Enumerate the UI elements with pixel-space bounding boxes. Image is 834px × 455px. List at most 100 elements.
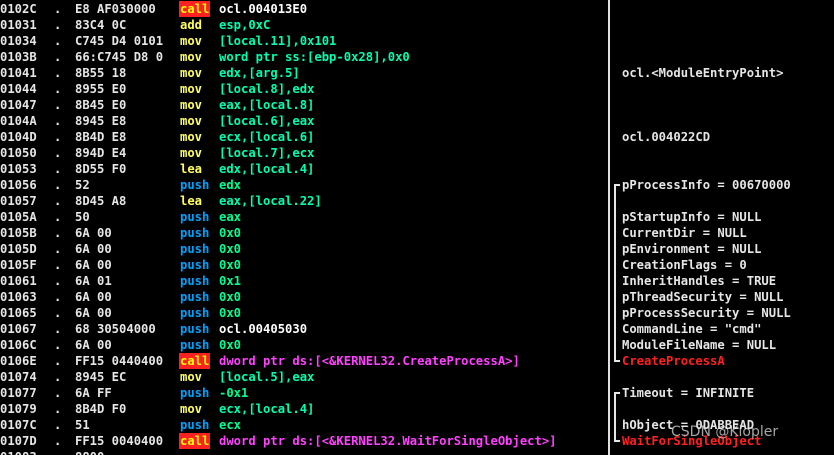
row-marker: . (54, 210, 62, 224)
instruction-address: 0102C (0, 2, 37, 16)
disassembly-row[interactable]: 01053. 8D55 F0 lea edx,[local.4] (0, 161, 834, 177)
instruction-bytes: 6A 01 (75, 274, 112, 288)
instruction-address: 01044 (0, 82, 37, 96)
disassembly-row[interactable]: 01050. 894D E4 mov [local.7],ecx (0, 145, 834, 161)
instruction-address: 01074 (0, 370, 37, 384)
argument-comment: ModuleFileName = NULL (622, 338, 777, 352)
instruction-mnemonic: push (180, 306, 210, 320)
instruction-mnemonic: call (179, 433, 211, 449)
row-marker: . (54, 354, 62, 368)
row-marker: . (54, 322, 62, 336)
disassembly-row[interactable]: 01074. 8945 EC mov [local.5],eax (0, 369, 834, 385)
instruction-address: 0107C (0, 418, 37, 432)
instruction-bytes: 66:C745 D8 0 (75, 50, 164, 64)
instruction-operands: edx,[arg.5] (219, 66, 300, 80)
instruction-operands: dword ptr ds:[<&KERNEL32.CreateProcessA>… (219, 354, 520, 368)
instruction-operands: 0x0 (219, 306, 242, 320)
instruction-bytes: 8B55 18 (75, 66, 127, 80)
disassembly-row[interactable]: 01047. 8B45 E0 mov eax,[local.8] (0, 97, 834, 113)
row-marker: . (54, 290, 62, 304)
disassembly-row[interactable]: 01057. 8D45 A8 lea eax,[local.22] (0, 193, 834, 209)
bracket-top (614, 184, 620, 186)
instruction-bytes: 8D45 A8 (75, 194, 127, 208)
instruction-bytes: 6A 00 (75, 242, 112, 256)
instruction-address: 0105A (0, 210, 37, 224)
argument-comment: pStartupInfo = NULL (622, 210, 762, 224)
row-marker: . (54, 418, 62, 432)
instruction-operands: ecx,[local.6] (219, 130, 315, 144)
instruction-mnemonic: call (179, 1, 211, 17)
instruction-bytes: C745 D4 0101 (75, 34, 164, 48)
instruction-address: 0106C (0, 338, 37, 352)
disassembly-row[interactable]: 01034. C745 D4 0101 mov [local.11],0x101 (0, 33, 834, 49)
row-marker: . (54, 34, 62, 48)
row-marker: . (54, 274, 62, 288)
instruction-mnemonic: push (180, 290, 210, 304)
bracket-top (614, 392, 620, 394)
instruction-mnemonic: lea (180, 162, 203, 176)
instruction-bytes: 6A 00 (75, 258, 112, 272)
instruction-operands: eax,[local.22] (219, 194, 322, 208)
row-marker: . (54, 242, 62, 256)
instruction-bytes: FF15 0040400 (75, 434, 164, 448)
disassembly-row[interactable]: 01079. 8B4D F0 mov ecx,[local.4] (0, 401, 834, 417)
instruction-address: 01063 (0, 290, 37, 304)
instruction-operands: -0x1 (219, 386, 249, 400)
row-marker: . (54, 18, 62, 32)
row-marker: . (54, 386, 62, 400)
row-marker: . (54, 2, 62, 16)
instruction-mnemonic: add (180, 18, 203, 32)
row-marker: . (54, 306, 62, 320)
disassembly-row[interactable]: 0103B. 66:C745 D8 0 mov word ptr ss:[ebp-0x… (0, 49, 834, 65)
instruction-address: 01083 (0, 449, 46, 455)
instruction-mnemonic: push (180, 178, 210, 192)
instruction-address: 0103B (0, 50, 37, 64)
instruction-mnemonic: lea (180, 194, 203, 208)
instruction-mnemonic: mov (180, 370, 203, 384)
instruction-mnemonic: mov (180, 114, 203, 128)
disassembly-row[interactable]: 0102C. E8 AF030000 call ocl.004013E0 (0, 1, 834, 17)
row-marker: . (54, 50, 62, 64)
disassembly-row[interactable]: 01083. 8800 (0, 449, 834, 455)
instruction-address: 01053 (0, 162, 37, 176)
instruction-address: 01041 (0, 66, 37, 80)
instruction-address: 0106E (0, 354, 37, 368)
instruction-operands: ecx,[local.4] (219, 402, 315, 416)
disassembly-row[interactable]: 0104A. 8945 E8 mov [local.6],eax (0, 113, 834, 129)
instruction-bytes: 6A FF (75, 386, 112, 400)
row-marker: . (54, 434, 62, 448)
instruction-operands: ecx (219, 418, 242, 432)
instruction-bytes: 52 (75, 178, 90, 192)
row-marker: . (54, 66, 62, 80)
instruction-bytes: 8945 E8 (75, 114, 127, 128)
debugger-cpu-pane: 0102C. E8 AF030000 call ocl.004013E0 01031. 8… (0, 0, 834, 455)
bracket-bottom (614, 440, 620, 442)
instruction-bytes: FF15 0440400 (75, 354, 164, 368)
instruction-bytes: 8B4D E8 (75, 130, 127, 144)
instruction-operands: word ptr ss:[ebp-0x28],0x0 (219, 50, 410, 64)
instruction-bytes: 50 (75, 210, 90, 224)
instruction-operands: 0x1 (219, 274, 242, 288)
row-marker: . (54, 449, 61, 455)
api-call-comment: CreateProcessA (622, 354, 725, 368)
instruction-mnemonic: push (180, 274, 210, 288)
instruction-mnemonic: push (180, 418, 210, 432)
instruction-address: 01079 (0, 402, 37, 416)
instruction-operands: esp,0xC (219, 18, 271, 32)
disassembly-row[interactable]: 01044. 8955 E0 mov [local.8],edx (0, 81, 834, 97)
argument-comment: CreationFlags = 0 (622, 258, 747, 272)
instruction-mnemonic: push (180, 322, 210, 336)
instruction-bytes: 51 (75, 418, 90, 432)
instruction-bytes: 8800 (75, 449, 175, 455)
row-marker: . (54, 82, 62, 96)
instruction-bytes: 6A 00 (75, 290, 112, 304)
instruction-mnemonic: mov (180, 50, 203, 64)
instruction-address: 0104D (0, 130, 37, 144)
instruction-address: 0105D (0, 242, 37, 256)
instruction-operands: 0x0 (219, 226, 242, 240)
instruction-address: 0104A (0, 114, 37, 128)
disassembly-row[interactable]: 01031. 83C4 0C add esp,0xC (0, 17, 834, 33)
instruction-operands: [local.7],ecx (219, 146, 315, 160)
argument-comment: Timeout = INFINITE (622, 386, 755, 400)
instruction-bytes: 6A 00 (75, 226, 112, 240)
